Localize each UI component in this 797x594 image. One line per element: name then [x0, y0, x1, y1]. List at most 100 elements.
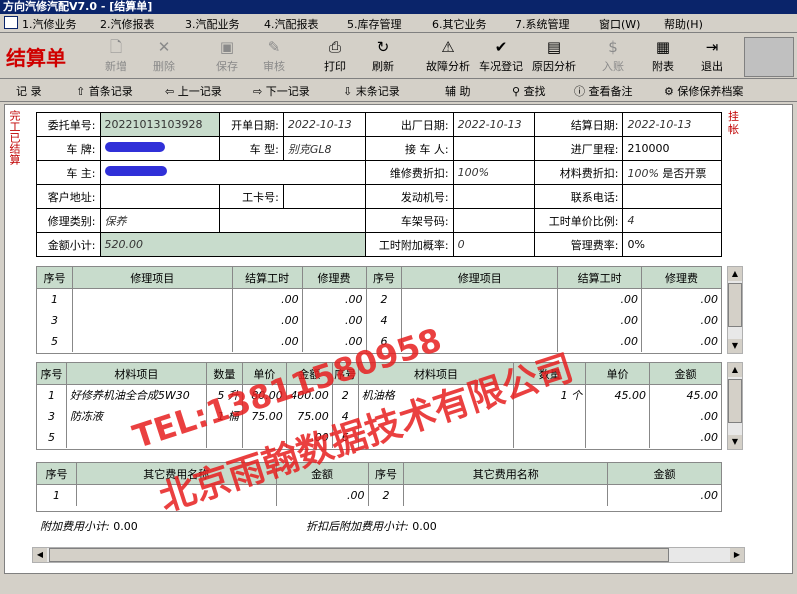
repair-item-row[interactable]: 1.00.00 2.00.00 [36, 288, 722, 310]
other-fee-cell[interactable]: .00 [607, 484, 722, 506]
settle-date-field[interactable]: 2022-10-13 [622, 112, 722, 137]
other-fee-cell[interactable]: 2 [367, 484, 405, 506]
material-item-cell[interactable] [513, 426, 587, 448]
post-account-button[interactable]: $ 入账 [590, 36, 636, 76]
repair-item-cell[interactable]: .00 [231, 330, 303, 352]
scroll-left-icon[interactable]: ◀ [33, 548, 47, 562]
menu-item-inventory[interactable]: 5.库存管理 [347, 16, 402, 32]
notes-button[interactable]: ⓘ 查看备注 [574, 83, 633, 99]
horizontal-scrollbar[interactable]: ◀ ▶ [32, 547, 745, 563]
menu-item-repair[interactable]: 1.汽修业务 [22, 16, 77, 32]
plate-field[interactable] [99, 136, 221, 161]
scroll-up-icon[interactable]: ▲ [728, 363, 742, 377]
repair-item-cell[interactable]: .00 [557, 288, 643, 310]
material-scrollbar[interactable]: ▲ ▼ [727, 362, 743, 450]
scroll-right-icon[interactable]: ▶ [730, 548, 744, 562]
repair-item-cell[interactable]: .00 [641, 330, 722, 352]
first-record-button[interactable]: ⇧ 首条记录 [76, 83, 133, 99]
material-item-cell[interactable]: 45.00 [585, 384, 651, 406]
h-scroll-thumb[interactable] [49, 548, 669, 562]
scroll-thumb[interactable] [728, 283, 742, 327]
owner-field[interactable] [99, 160, 366, 185]
repair-item-cell[interactable] [71, 309, 233, 331]
mileage-field[interactable]: 210000 [622, 136, 722, 161]
repair-item-cell[interactable]: .00 [557, 330, 643, 352]
repair-item-row[interactable]: 3.00.00 4.00.00 [36, 309, 722, 331]
repair-item-cell[interactable]: .00 [301, 288, 367, 310]
scroll-thumb[interactable] [728, 379, 742, 423]
fault-analysis-button[interactable]: ⚠ 故障分析 [422, 36, 474, 76]
vin-field[interactable] [452, 208, 536, 233]
scroll-up-icon[interactable]: ▲ [728, 267, 742, 281]
engine-no-field[interactable] [452, 184, 536, 209]
appendix-button[interactable]: ▦ 附表 [640, 36, 686, 76]
repair-item-cell[interactable] [401, 288, 559, 310]
new-button[interactable]: 🗋 新增 [93, 36, 139, 76]
menu-item-parts-report[interactable]: 4.汽配报表 [264, 16, 319, 32]
repair-item-cell[interactable]: 1 [36, 288, 73, 310]
repair-item-cell[interactable]: .00 [231, 309, 303, 331]
car-register-button[interactable]: ✔ 车况登记 [476, 36, 526, 76]
menu-item-parts[interactable]: 3.汽配业务 [185, 16, 240, 32]
menu-item-other[interactable]: 6.其它业务 [432, 16, 487, 32]
repair-item-cell[interactable]: 3 [36, 309, 73, 331]
material-item-cell[interactable]: 5 [36, 426, 67, 448]
cause-analysis-button[interactable]: ▤ 原因分析 [528, 36, 580, 76]
scroll-down-icon[interactable]: ▼ [728, 339, 742, 353]
material-item-cell[interactable]: 3 [36, 405, 67, 427]
next-record-button[interactable]: ⇨ 下一记录 [253, 83, 310, 99]
repair-item-cell[interactable]: .00 [301, 309, 367, 331]
repair-item-cell[interactable]: .00 [641, 309, 722, 331]
extra-rate-field[interactable]: 0 [452, 232, 536, 257]
window-icon[interactable] [4, 16, 18, 29]
repair-item-cell[interactable]: 2 [365, 288, 403, 310]
material-item-cell[interactable]: .00 [649, 405, 722, 427]
menu-item-repair-report[interactable]: 2.汽修报表 [100, 16, 155, 32]
material-discount-field[interactable]: 100% [627, 167, 658, 180]
repair-item-cell[interactable]: 5 [36, 330, 73, 352]
audit-button[interactable]: ✎ 审核 [251, 36, 297, 76]
invoice-label[interactable]: 是否开票 [662, 167, 706, 180]
material-item-cell[interactable] [585, 426, 651, 448]
model-field[interactable]: 别克GL8 [282, 136, 366, 161]
other-fee-row[interactable]: 1.00 2.00 [36, 484, 722, 506]
other-fee-cell[interactable]: .00 [275, 484, 369, 506]
menu-item-system[interactable]: 7.系统管理 [515, 16, 570, 32]
repair-item-cell[interactable]: .00 [641, 288, 722, 310]
repair-type-field[interactable]: 保养 [99, 208, 221, 233]
out-date-field[interactable]: 2022-10-13 [452, 112, 536, 137]
scroll-down-icon[interactable]: ▼ [728, 435, 742, 449]
material-item-cell[interactable]: 1 [36, 384, 67, 406]
address-field[interactable] [99, 184, 221, 209]
material-item-cell[interactable] [513, 405, 587, 427]
repair-item-cell[interactable]: .00 [557, 309, 643, 331]
material-item-cell[interactable] [585, 405, 651, 427]
phone-field[interactable] [622, 184, 722, 209]
receiver-field[interactable] [452, 136, 536, 161]
print-button[interactable]: ⎙ 打印 [312, 36, 358, 76]
hour-ratio-field[interactable]: 4 [622, 208, 722, 233]
repair-scrollbar[interactable]: ▲ ▼ [727, 266, 743, 354]
repair-discount-field[interactable]: 100% [452, 160, 536, 185]
open-date-field[interactable]: 2022-10-13 [282, 112, 366, 137]
save-button[interactable]: ▣ 保存 [204, 36, 250, 76]
last-record-button[interactable]: ⇩ 末条记录 [343, 83, 400, 99]
refresh-button[interactable]: ↻ 刷新 [360, 36, 406, 76]
material-item-cell[interactable]: 45.00 [649, 384, 722, 406]
maint-archive-button[interactable]: ⚙ 保修保养档案 [664, 83, 743, 99]
prev-record-button[interactable]: ⇦ 上一记录 [165, 83, 222, 99]
repair-item-cell[interactable]: 4 [365, 309, 403, 331]
menu-item-window[interactable]: 窗口(W) [599, 16, 640, 32]
search-button[interactable]: ⚲ 查找 [512, 83, 546, 99]
entrust-no-field[interactable]: 20221013103928 [99, 112, 221, 137]
material-item-cell[interactable]: .00 [649, 426, 722, 448]
menu-item-help[interactable]: 帮助(H) [664, 16, 703, 32]
other-fee-cell[interactable]: 1 [36, 484, 77, 506]
repair-item-cell[interactable] [71, 288, 233, 310]
repair-item-cell[interactable]: .00 [231, 288, 303, 310]
card-no-field[interactable] [282, 184, 366, 209]
exit-button[interactable]: ⇥ 退出 [689, 36, 735, 76]
other-fee-cell[interactable] [403, 484, 609, 506]
repair-item-cell[interactable] [71, 330, 233, 352]
mgmt-rate-field[interactable]: 0% [622, 232, 722, 257]
